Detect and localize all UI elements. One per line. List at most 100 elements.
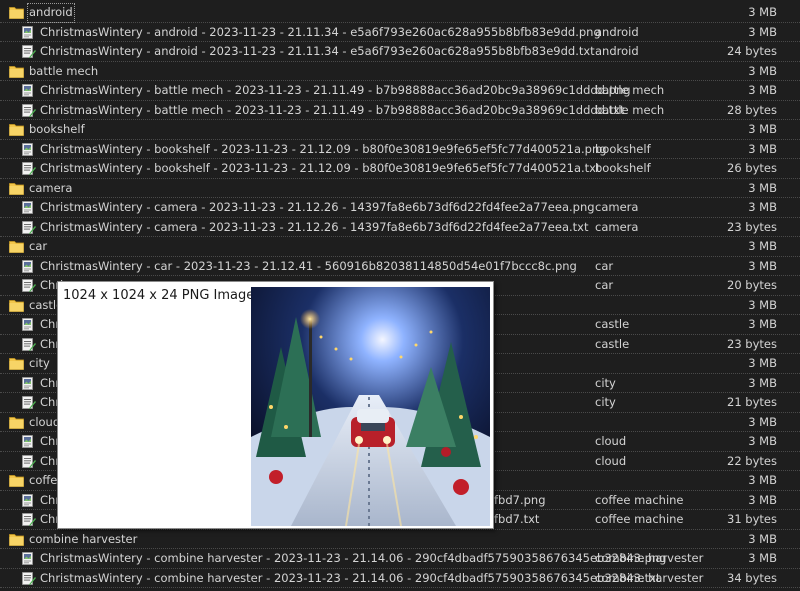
image-file-icon (21, 201, 36, 214)
row-size: 3 MB (748, 200, 777, 214)
folder-row[interactable]: bookshelf 3 MB (0, 120, 800, 140)
row-tag: camera (595, 219, 639, 234)
image-preview-tooltip: 1024 x 1024 x 24 PNG Image (57, 281, 494, 529)
text-file-row[interactable]: ChristmasWintery - battle mech - 2023-11… (0, 101, 800, 120)
row-size: 3 MB (748, 492, 777, 507)
row-tag: cloud (595, 434, 627, 448)
folder-row[interactable]: camera 3 MB (0, 179, 800, 198)
row-size: 3 MB (748, 317, 777, 331)
image-file-row[interactable]: ChristmasWintery - camera - 2023-11-23 -… (0, 198, 800, 218)
row-size: 3 MB (748, 122, 777, 136)
row-name: coffe (29, 473, 58, 487)
folder-icon (9, 357, 24, 370)
folder-icon (9, 416, 24, 429)
row-tag: cloud (595, 453, 627, 468)
text-file-icon (21, 454, 36, 468)
row-name: camera (29, 180, 73, 195)
image-file-icon (21, 552, 36, 565)
folder-icon (9, 65, 24, 78)
row-name: ChristmasWintery - camera - 2023-11-23 -… (40, 200, 595, 214)
row-size: 3 MB (748, 5, 777, 19)
row-tag: android (595, 44, 639, 58)
row-size: 20 bytes (727, 278, 777, 292)
row-name: ChristmasWintery - camera - 2023-11-23 -… (40, 219, 589, 234)
folder-row[interactable]: car 3 MB (0, 237, 800, 257)
row-size: 22 bytes (727, 453, 777, 468)
row-size: 21 bytes (727, 395, 777, 409)
row-name: car (29, 239, 48, 253)
text-file-row[interactable]: ChristmasWintery - combine harvester - 2… (0, 569, 800, 588)
row-tag: camera (595, 200, 639, 214)
row-name: city (29, 356, 50, 370)
row-size: 28 bytes (727, 102, 777, 117)
row-size: 3 MB (748, 551, 777, 565)
row-name: combine harvester (29, 531, 138, 546)
row-tag: battle mech (595, 102, 665, 117)
row-tag: android (595, 24, 639, 39)
row-tag: city (595, 375, 616, 390)
row-tag: car (595, 278, 614, 292)
row-size: 3 MB (748, 239, 777, 253)
row-tag: bookshelf (595, 161, 651, 175)
image-file-row[interactable]: ChristmasWintery - battle mech - 2023-11… (0, 81, 800, 101)
image-file-icon (21, 25, 36, 39)
text-file-icon (21, 279, 36, 292)
row-name: ChristmasWintery - bookshelf - 2023-11-2… (40, 141, 607, 156)
image-file-row[interactable]: ChristmasWintery - car - 2023-11-23 - 21… (0, 257, 800, 276)
row-tag: coffee machine (595, 512, 684, 526)
row-tag: combine harvester (595, 551, 704, 565)
row-size: 3 MB (748, 141, 777, 156)
folder-icon (9, 182, 24, 195)
row-name: ChristmasWintery - android - 2023-11-23 … (40, 24, 601, 39)
row-name: ChristmasWintery - battle mech - 2023-11… (40, 83, 631, 97)
row-name: android (27, 3, 75, 23)
image-file-icon (21, 435, 36, 448)
text-file-row[interactable]: ChristmasWintery - camera - 2023-11-23 -… (0, 218, 800, 237)
row-tag: bookshelf (595, 141, 651, 156)
image-file-icon (21, 318, 36, 331)
row-tag: city (595, 395, 616, 409)
text-file-icon (21, 571, 36, 585)
text-file-row[interactable]: ChristmasWintery - bookshelf - 2023-11-2… (0, 159, 800, 179)
preview-caption: 1024 x 1024 x 24 PNG Image (63, 288, 255, 303)
image-file-icon (21, 84, 36, 97)
text-file-icon (21, 513, 36, 526)
text-file-icon (21, 220, 36, 234)
row-size: 31 bytes (727, 512, 777, 526)
row-name-tail: fbd7.txt (494, 512, 540, 526)
row-size: 34 bytes (727, 570, 777, 585)
row-name: bookshelf (29, 122, 85, 136)
folder-row[interactable]: android 3 MB (0, 3, 800, 23)
preview-thumbnail (251, 287, 490, 526)
row-tag: coffee machine (595, 492, 684, 507)
row-name: battle mech (29, 63, 99, 78)
row-tag: battle mech (595, 83, 665, 97)
image-file-row[interactable]: ChristmasWintery - combine harvester - 2… (0, 549, 800, 569)
text-file-icon (21, 396, 36, 409)
image-file-row[interactable]: ChristmasWintery - android - 2023-11-23 … (0, 23, 800, 42)
folder-icon (9, 474, 24, 487)
row-name-tail: fbd7.png (494, 492, 546, 507)
image-file-icon (21, 259, 36, 273)
folder-icon (9, 6, 24, 19)
folder-icon (9, 533, 24, 546)
image-file-icon (21, 142, 36, 156)
row-size: 3 MB (748, 63, 777, 78)
row-size: 3 MB (748, 180, 777, 195)
folder-row[interactable]: combine harvester 3 MB (0, 530, 800, 549)
text-file-icon (21, 162, 36, 175)
row-name: ChristmasWintery - combine harvester - 2… (40, 570, 661, 585)
folder-row[interactable]: battle mech 3 MB (0, 62, 800, 81)
row-size: 3 MB (748, 83, 777, 97)
text-file-row[interactable]: ChristmasWintery - android - 2023-11-23 … (0, 42, 800, 62)
row-name: ChristmasWintery - combine harvester - 2… (40, 551, 667, 565)
row-size: 3 MB (748, 297, 777, 312)
text-file-icon (21, 337, 36, 351)
row-size: 23 bytes (727, 219, 777, 234)
image-file-row[interactable]: ChristmasWintery - bookshelf - 2023-11-2… (0, 140, 800, 159)
row-size: 3 MB (748, 258, 777, 273)
folder-icon (9, 240, 24, 253)
row-name: ChristmasWintery - battle mech - 2023-11… (40, 102, 625, 117)
row-name: ChristmasWintery - bookshelf - 2023-11-2… (40, 161, 601, 175)
row-name: cloud (29, 414, 61, 429)
